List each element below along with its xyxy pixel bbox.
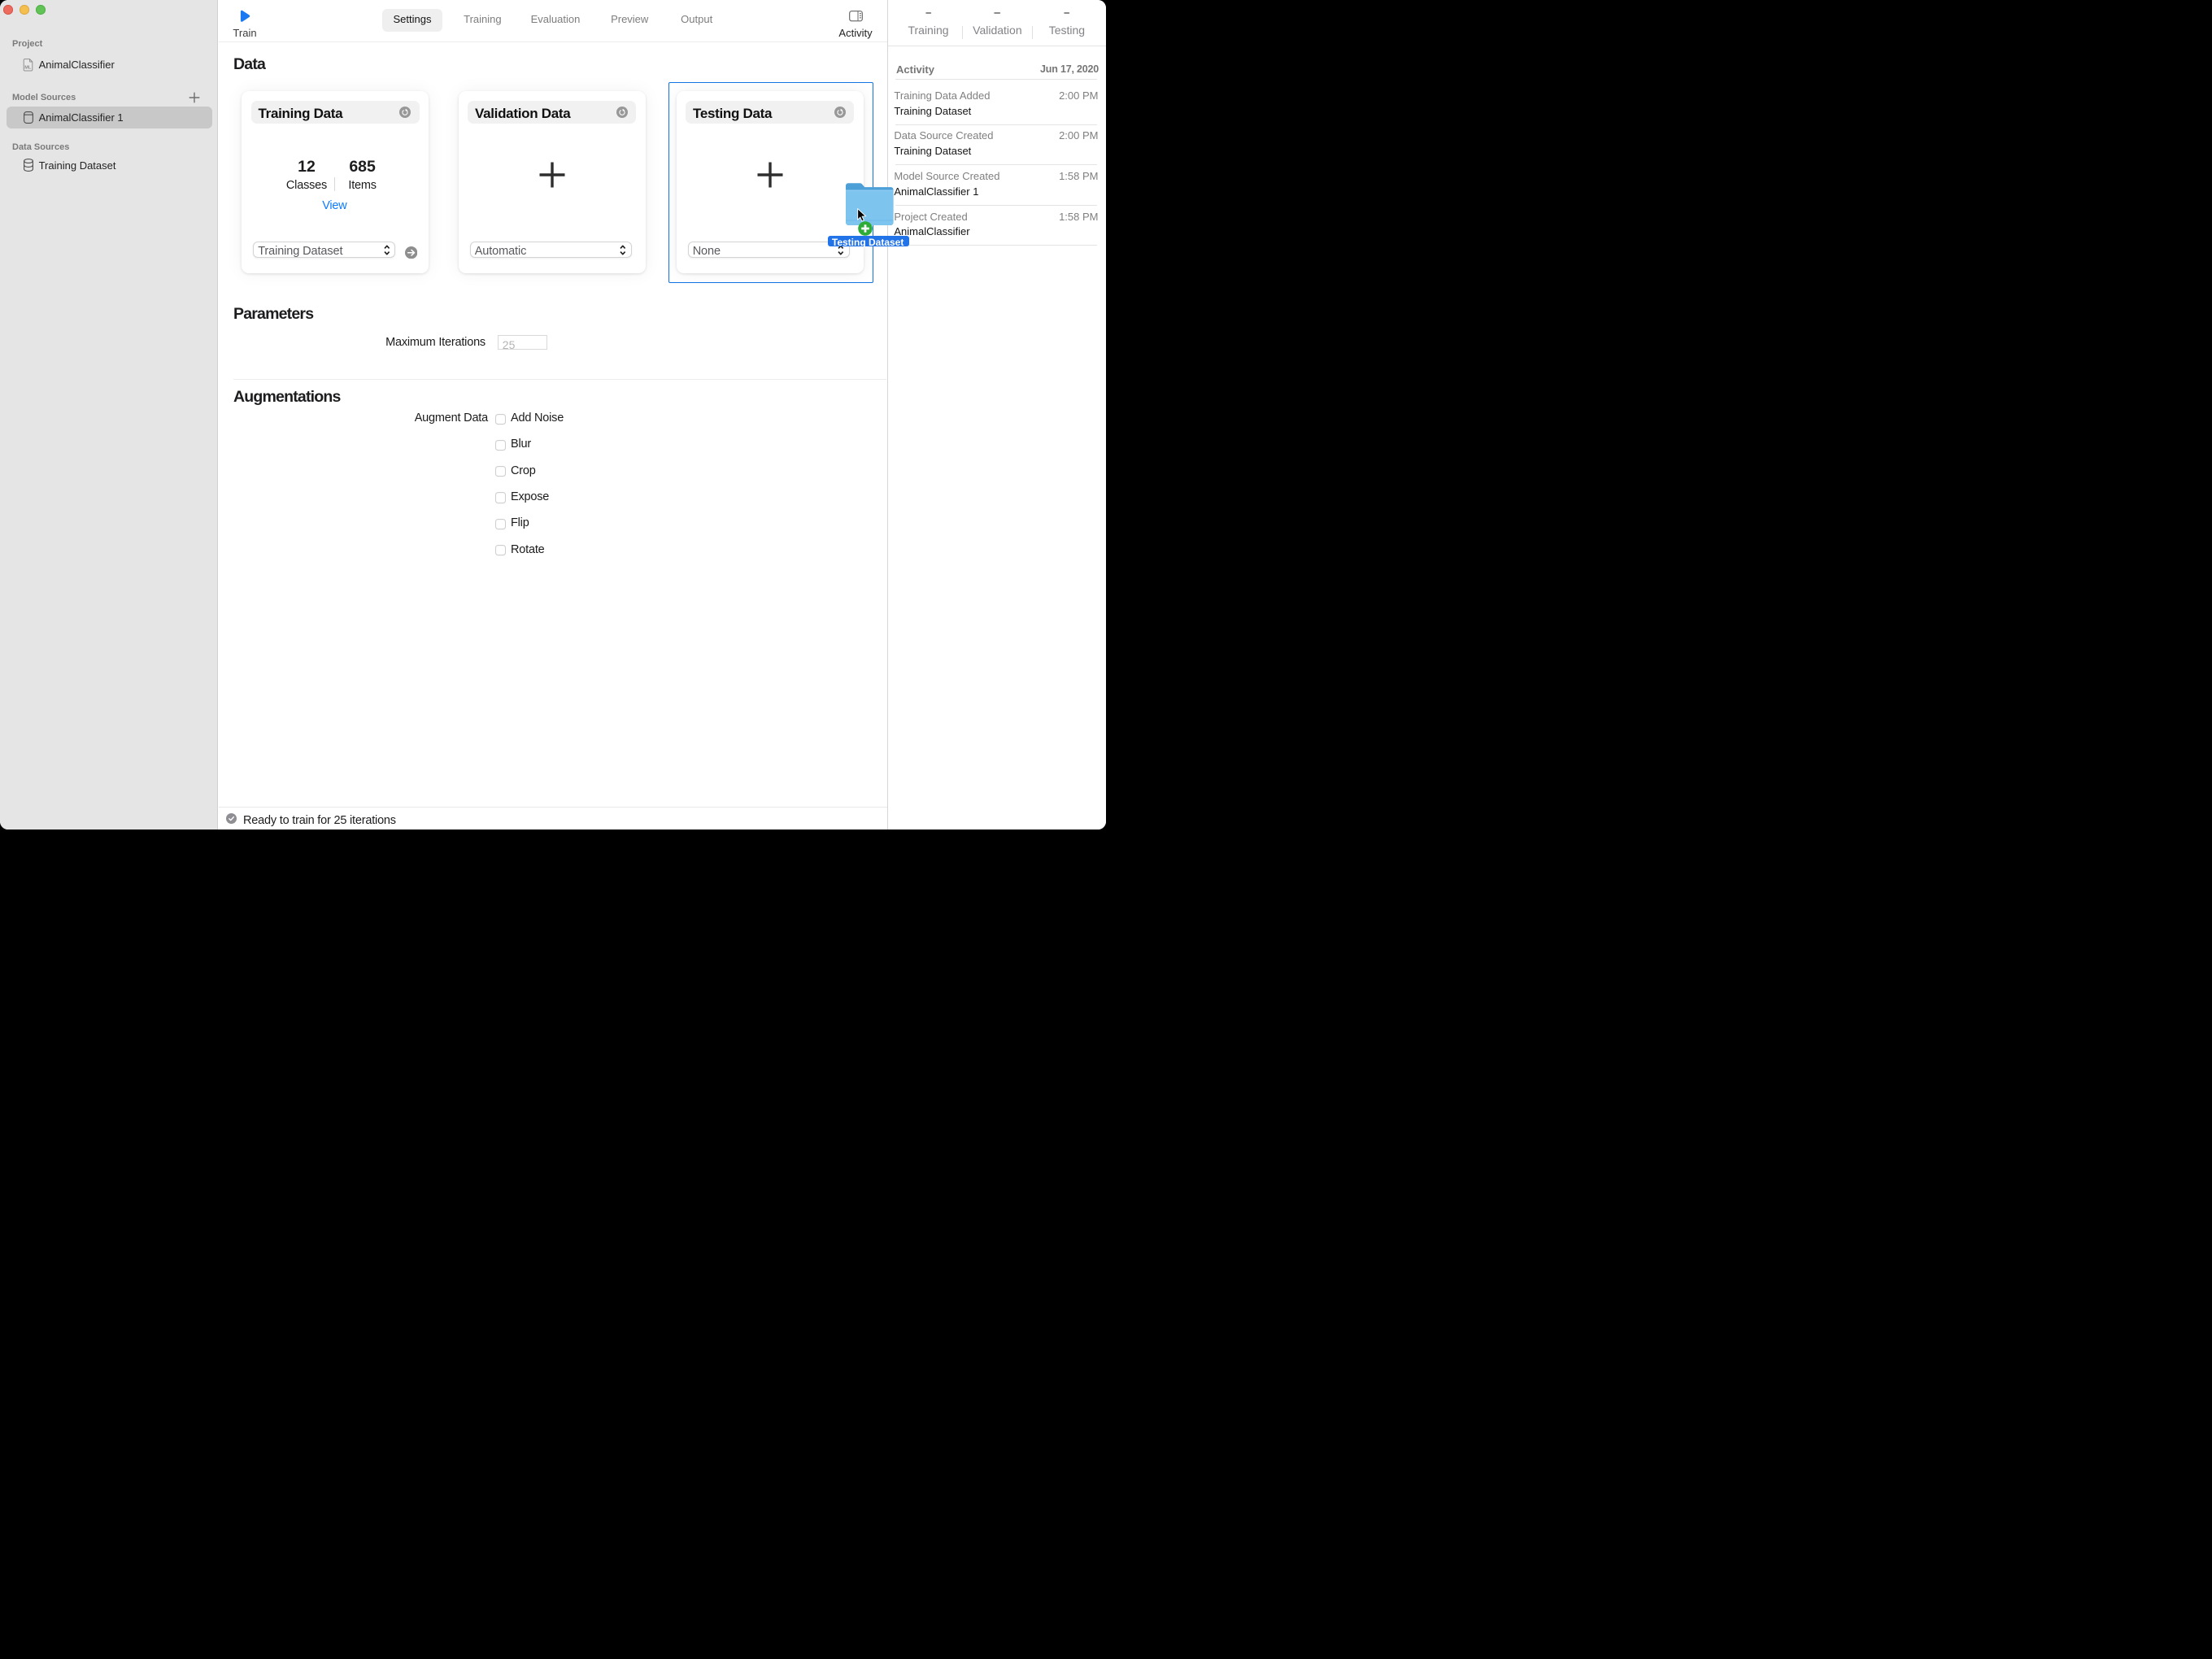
svg-text:ML: ML bbox=[24, 66, 32, 71]
